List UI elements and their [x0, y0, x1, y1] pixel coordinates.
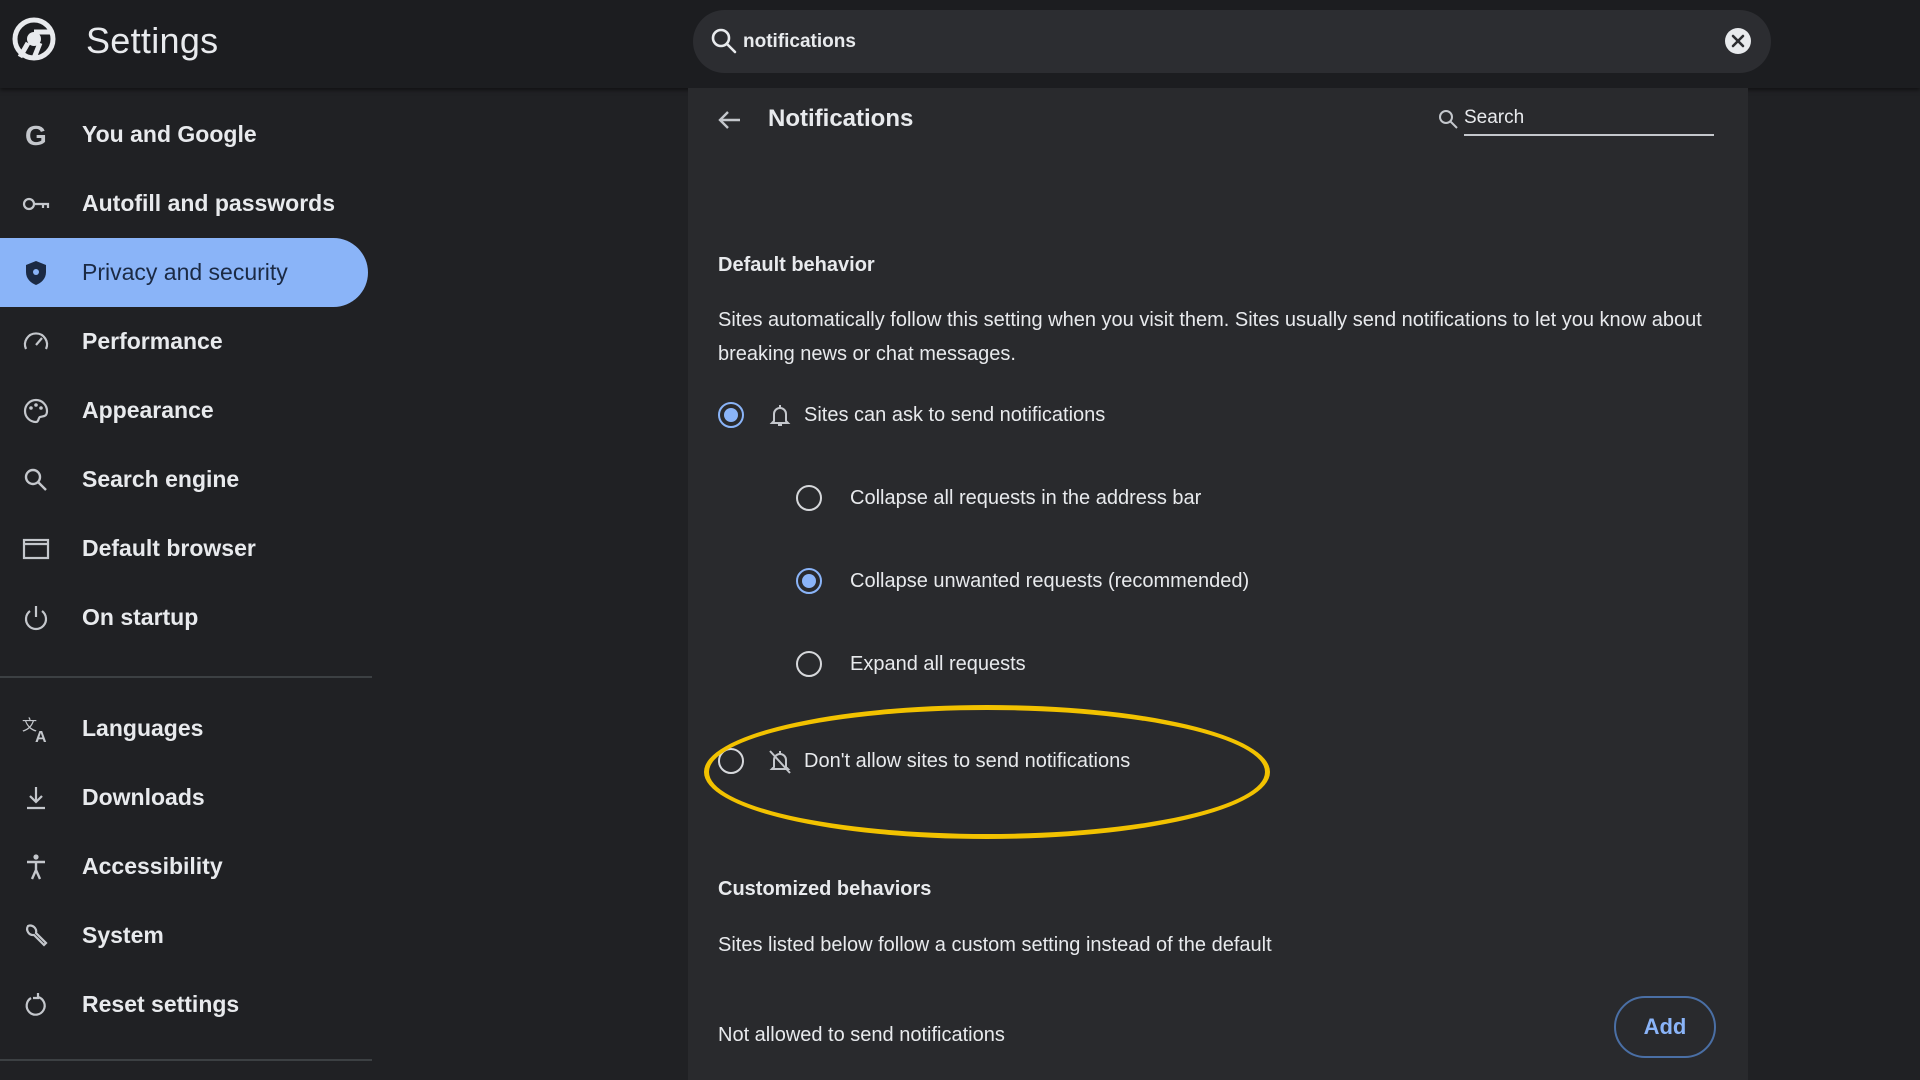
top-bar: Settings — [0, 0, 1920, 88]
sidebar-item-you-and-google[interactable]: G You and Google — [0, 100, 368, 169]
sidebar-item-privacy-security[interactable]: Privacy and security — [0, 238, 368, 307]
sidebar-item-languages[interactable]: 文A Languages — [0, 694, 368, 763]
bell-off-icon — [769, 750, 791, 774]
download-icon — [20, 782, 52, 814]
back-arrow-icon[interactable] — [714, 104, 746, 136]
add-button[interactable]: Add — [1614, 996, 1716, 1058]
option-label: Don't allow sites to send notifications — [804, 749, 1131, 772]
settings-search-input[interactable] — [743, 24, 1683, 60]
key-icon — [20, 188, 52, 220]
panel-header: Notifications — [688, 88, 1748, 148]
sidebar-item-reset-settings[interactable]: Reset settings — [0, 970, 368, 1039]
sidebar-divider — [0, 676, 372, 678]
shield-icon — [20, 257, 52, 289]
accessibility-icon — [20, 851, 52, 883]
option-sites-can-ask[interactable]: Sites can ask to send notifications — [718, 401, 1105, 429]
sidebar-item-system[interactable]: System — [0, 901, 368, 970]
panel-search[interactable] — [1436, 102, 1726, 138]
translate-icon: 文A — [20, 713, 52, 745]
wrench-icon — [20, 920, 52, 952]
default-behavior-title: Default behavior — [718, 254, 875, 276]
clear-search-icon[interactable] — [1723, 26, 1753, 56]
svg-text:A: A — [35, 729, 47, 744]
app-title: Settings — [86, 20, 219, 61]
option-dont-allow[interactable]: Don't allow sites to send notifications — [718, 747, 1130, 775]
palette-icon — [20, 395, 52, 427]
sidebar-item-label: Default browser — [82, 535, 256, 561]
sidebar-item-performance[interactable]: Performance — [0, 307, 368, 376]
settings-search-bar[interactable] — [693, 10, 1771, 73]
sidebar-item-search-engine[interactable]: Search engine — [0, 445, 368, 514]
sidebar-item-default-browser[interactable]: Default browser — [0, 514, 368, 583]
customized-behaviors-title: Customized behaviors — [718, 878, 932, 900]
sidebar-item-label: Performance — [82, 328, 223, 354]
sidebar-item-label: Autofill and passwords — [82, 190, 336, 216]
sidebar-divider — [0, 1059, 372, 1061]
radio-expand-all[interactable] — [796, 651, 822, 677]
chrome-logo-icon — [12, 17, 56, 61]
bell-icon — [769, 405, 791, 426]
sidebar-item-label: System — [82, 922, 164, 948]
radio-collapse-all[interactable] — [796, 485, 822, 511]
sidebar-item-label: On startup — [82, 604, 199, 630]
not-allowed-label: Not allowed to send notifications — [718, 1024, 1005, 1046]
search-icon — [20, 464, 52, 496]
svg-text:G: G — [25, 120, 47, 150]
sidebar-item-label: Languages — [82, 715, 204, 741]
customized-behaviors-description: Sites listed below follow a custom setti… — [718, 934, 1272, 956]
search-icon — [1439, 110, 1458, 129]
option-expand-all[interactable]: Expand all requests — [796, 651, 1026, 677]
radio-dont-allow[interactable] — [718, 748, 744, 774]
sidebar-item-on-startup[interactable]: On startup — [0, 583, 368, 652]
sidebar-item-label: Reset settings — [82, 991, 240, 1017]
search-icon — [711, 28, 737, 54]
sidebar-item-label: Appearance — [82, 397, 214, 423]
sidebar-nav: G You and Google Autofill and passwords … — [0, 100, 372, 1077]
option-label: Collapse all requests in the address bar — [850, 486, 1202, 509]
power-icon — [20, 602, 52, 634]
sidebar-item-label: Accessibility — [82, 853, 223, 879]
speedometer-icon — [20, 326, 52, 358]
reset-icon — [20, 989, 52, 1021]
panel-search-input[interactable] — [1464, 102, 1714, 136]
option-label: Sites can ask to send notifications — [804, 403, 1106, 426]
option-label: Collapse unwanted requests (recommended) — [850, 569, 1250, 592]
sidebar-item-label: Search engine — [82, 466, 240, 492]
sidebar-item-appearance[interactable]: Appearance — [0, 376, 368, 445]
google-icon: G — [20, 119, 52, 151]
radio-sites-can-ask[interactable] — [718, 402, 744, 428]
option-collapse-all[interactable]: Collapse all requests in the address bar — [796, 485, 1201, 511]
sidebar-item-label: Downloads — [82, 784, 205, 810]
default-behavior-description: Sites automatically follow this setting … — [718, 309, 1702, 365]
sidebar-item-accessibility[interactable]: Accessibility — [0, 832, 368, 901]
browser-window-icon — [20, 533, 52, 565]
option-collapse-unwanted[interactable]: Collapse unwanted requests (recommended) — [796, 568, 1249, 594]
sidebar-item-downloads[interactable]: Downloads — [0, 763, 368, 832]
sidebar-item-label: Privacy and security — [82, 259, 288, 285]
sidebar-item-label: You and Google — [82, 121, 257, 147]
page-title: Notifications — [768, 105, 914, 132]
sidebar-item-autofill[interactable]: Autofill and passwords — [0, 169, 368, 238]
option-label: Expand all requests — [850, 652, 1026, 675]
radio-collapse-unwanted[interactable] — [796, 568, 822, 594]
